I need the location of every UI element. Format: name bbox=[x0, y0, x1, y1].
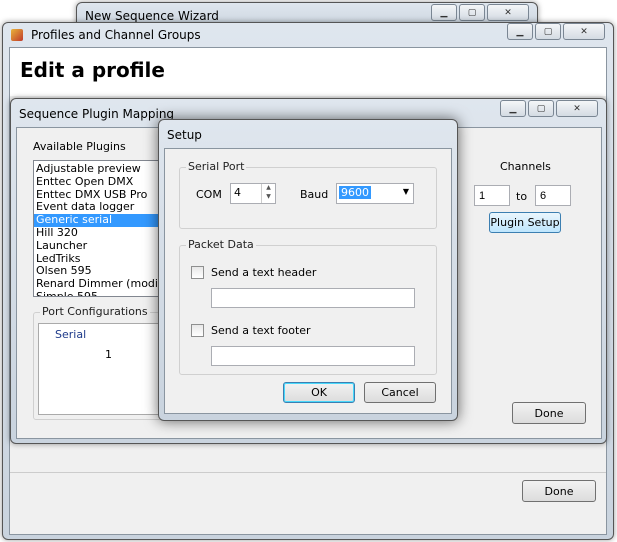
port-configurations-group: Port Configurations Serial 1 bbox=[33, 305, 171, 420]
to-label: to bbox=[516, 190, 528, 203]
maximize-button[interactable]: ▢ bbox=[459, 4, 485, 21]
packet-data-group: Packet Data Send a text header Send a te… bbox=[179, 238, 437, 375]
close-button[interactable]: ✕ bbox=[487, 4, 529, 21]
packet-data-label: Packet Data bbox=[186, 238, 256, 251]
setup-title: Setup bbox=[167, 128, 202, 142]
page-title: Edit a profile bbox=[20, 58, 165, 82]
header-checkbox[interactable] bbox=[191, 266, 204, 279]
port-value[interactable]: 1 bbox=[105, 348, 112, 361]
channels-label: Channels bbox=[500, 160, 551, 173]
plugin-list-item[interactable]: Adjustable preview bbox=[34, 162, 172, 176]
profiles-controls: ▁ ▢ ✕ bbox=[507, 23, 605, 40]
done-button[interactable]: Done bbox=[522, 480, 596, 502]
spin-up-icon[interactable]: ▲ bbox=[261, 184, 275, 193]
mapping-controls: ▁ ▢ ✕ bbox=[500, 100, 598, 117]
plugin-list-item[interactable]: Launcher bbox=[34, 239, 172, 253]
ok-button[interactable]: OK bbox=[283, 382, 355, 403]
serial-port-label: Serial Port bbox=[186, 160, 247, 173]
maximize-button[interactable]: ▢ bbox=[535, 23, 561, 40]
baud-select[interactable]: 9600 ▼ bbox=[336, 183, 414, 204]
footer-checkbox[interactable] bbox=[191, 324, 204, 337]
wizard-controls: ▁ ▢ ✕ bbox=[431, 4, 529, 21]
port-column-header: Serial bbox=[55, 328, 87, 341]
plugin-list-item[interactable]: Simple 595 bbox=[34, 290, 172, 296]
minimize-button[interactable]: ▁ bbox=[507, 23, 533, 40]
baud-value: 9600 bbox=[339, 186, 371, 199]
available-plugins-label: Available Plugins bbox=[33, 140, 126, 153]
com-label: COM bbox=[196, 188, 222, 201]
app-icon bbox=[11, 29, 23, 41]
baud-label: Baud bbox=[300, 188, 329, 201]
channel-from-input[interactable] bbox=[474, 185, 510, 206]
plugin-list[interactable]: Adjustable preview Enttec Open DMX Enttec … bbox=[33, 160, 173, 297]
plugin-list-item[interactable]: Enttec Open DMX bbox=[34, 175, 172, 189]
maximize-button[interactable]: ▢ bbox=[528, 100, 554, 117]
channel-to-input[interactable] bbox=[535, 185, 571, 206]
serial-port-group: Serial Port COM 4 ▲ ▼ Baud 9600 ▼ bbox=[179, 160, 437, 229]
com-value: 4 bbox=[234, 186, 241, 199]
minimize-button[interactable]: ▁ bbox=[500, 100, 526, 117]
header-label: Send a text header bbox=[211, 266, 317, 279]
port-configurations-label: Port Configurations bbox=[40, 305, 150, 318]
wizard-title: New Sequence Wizard bbox=[85, 9, 219, 23]
header-input[interactable] bbox=[211, 288, 415, 308]
cancel-button[interactable]: Cancel bbox=[364, 382, 436, 403]
close-button[interactable]: ✕ bbox=[556, 100, 598, 117]
setup-dialog: Setup Serial Port COM 4 ▲ ▼ Baud 9600 ▼ … bbox=[158, 119, 458, 421]
profiles-title: Profiles and Channel Groups bbox=[31, 28, 201, 42]
footer-label: Send a text footer bbox=[211, 324, 311, 337]
footer-input[interactable] bbox=[211, 346, 415, 366]
plugin-list-item[interactable]: Hill 320 bbox=[34, 226, 172, 240]
chevron-down-icon: ▼ bbox=[402, 187, 409, 196]
mapping-done-button[interactable]: Done bbox=[512, 402, 586, 424]
close-button[interactable]: ✕ bbox=[563, 23, 605, 40]
spin-down-icon[interactable]: ▼ bbox=[261, 193, 275, 203]
com-stepper[interactable]: 4 ▲ ▼ bbox=[230, 183, 276, 204]
mapping-title: Sequence Plugin Mapping bbox=[19, 107, 175, 121]
plugin-setup-button[interactable]: Plugin Setup bbox=[489, 212, 561, 233]
minimize-button[interactable]: ▁ bbox=[431, 4, 457, 21]
